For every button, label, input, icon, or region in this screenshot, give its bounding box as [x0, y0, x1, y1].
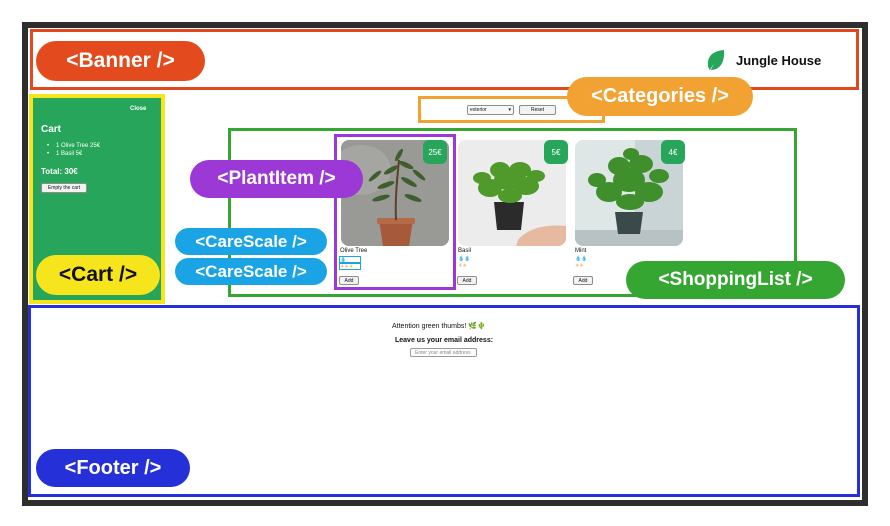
sun-icon: ☀☀☀ — [340, 264, 354, 270]
add-button[interactable]: Add — [457, 276, 477, 285]
categories-label: <Categories /> — [567, 77, 753, 116]
light-scale: ☀☀ — [575, 263, 584, 269]
price-badge: 25€ — [423, 140, 447, 164]
empty-cart-button[interactable]: Empty the cart — [41, 183, 87, 193]
brand-title: Jungle House — [736, 53, 822, 68]
category-select-value: exterior — [470, 107, 487, 113]
footer-leave-text: Leave us your email address: — [395, 337, 494, 344]
plant-name: Mint — [575, 248, 587, 254]
plant-item-label: <PlantItem /> — [190, 160, 363, 198]
add-button[interactable]: Add — [339, 276, 359, 285]
water-scale: 💧💧 — [575, 256, 587, 262]
category-select[interactable]: exterior ▾ — [467, 105, 514, 115]
cart-items-list: 1 Olive Tree 25€ 1 Basil 5€ — [47, 143, 100, 159]
chevron-down-icon: ▾ — [508, 107, 511, 113]
cart-label: <Cart /> — [36, 255, 160, 295]
email-placeholder: Enter your email address — [415, 349, 471, 356]
water-scale: 💧 — [339, 256, 361, 263]
cart-total: Total: 30€ — [41, 167, 78, 176]
care-scale-label: <CareScale /> — [175, 258, 327, 285]
cart-item: 1 Olive Tree 25€ — [47, 143, 100, 149]
footer-label: <Footer /> — [36, 449, 190, 487]
cart-close-button[interactable]: Close — [130, 106, 146, 112]
banner-label: <Banner /> — [36, 41, 205, 81]
price-badge: 4€ — [661, 140, 685, 164]
shopping-list-label: <ShoppingList /> — [626, 261, 845, 299]
care-scale-label: <CareScale /> — [175, 228, 327, 255]
cart-item: 1 Basil 5€ — [47, 151, 100, 157]
footer-attention-text: Attention green thumbs! 🌿🌵 — [392, 323, 486, 330]
sun-icon: ☀☀ — [458, 263, 467, 269]
sun-icon: ☀☀ — [575, 263, 584, 269]
cart-title: Cart — [41, 124, 62, 135]
reset-button[interactable]: Reset — [519, 105, 556, 115]
plant-name: Olive Tree — [340, 248, 368, 254]
water-scale: 💧💧 — [458, 256, 470, 262]
leaf-icon — [707, 50, 725, 70]
add-button[interactable]: Add — [573, 276, 593, 285]
price-badge: 5€ — [544, 140, 568, 164]
plant-name: Basil — [458, 248, 472, 254]
light-scale: ☀☀ — [458, 263, 467, 269]
water-drop-icon: 💧💧 — [458, 256, 471, 262]
light-scale: ☀☀☀ — [339, 263, 361, 270]
water-drop-icon: 💧💧 — [575, 256, 588, 262]
email-input[interactable]: Enter your email address — [410, 348, 477, 357]
